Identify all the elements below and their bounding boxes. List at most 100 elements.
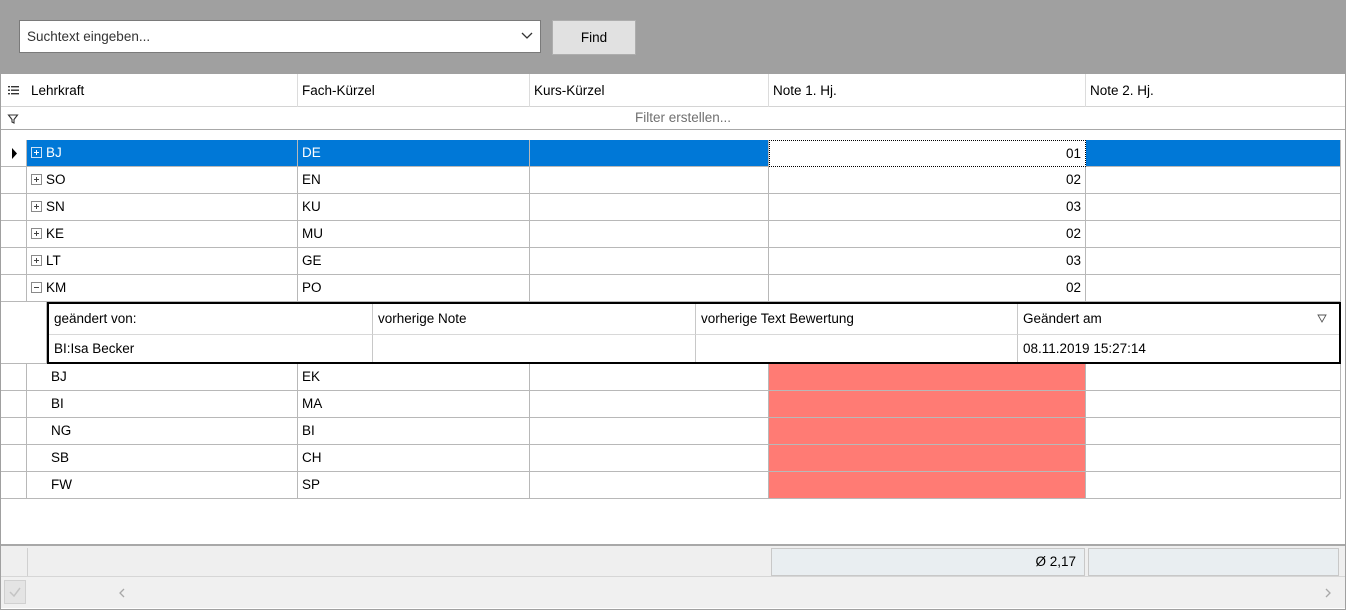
search-combobox[interactable]	[19, 20, 541, 53]
cell-lehrkraft[interactable]: FW	[27, 472, 298, 499]
cell-note-2[interactable]	[1086, 391, 1341, 418]
detail-header-geaendert-von[interactable]: geändert von:	[49, 304, 373, 334]
cell-kurs[interactable]	[530, 472, 769, 499]
cell-lehrkraft[interactable]: SB	[27, 445, 298, 472]
table-row[interactable]: BJ EK	[1, 364, 1341, 391]
expand-icon[interactable]	[31, 200, 42, 212]
cell-note-1[interactable]	[769, 364, 1086, 391]
row-indicator[interactable]	[1, 167, 27, 194]
search-input[interactable]	[20, 21, 510, 52]
cell-fach[interactable]: SP	[298, 472, 530, 499]
cell-kurs[interactable]	[530, 391, 769, 418]
table-row[interactable]: BI MA	[1, 391, 1341, 418]
cell-note-1[interactable]	[769, 418, 1086, 445]
cell-kurs[interactable]	[530, 445, 769, 472]
cell-kurs[interactable]	[530, 221, 769, 248]
cell-fach[interactable]: MA	[298, 391, 530, 418]
cell-fach[interactable]: BI	[298, 418, 530, 445]
cell-fach[interactable]: MU	[298, 221, 530, 248]
cell-fach[interactable]: PO	[298, 275, 530, 302]
cell-kurs[interactable]	[530, 167, 769, 194]
cell-lehrkraft[interactable]: LT	[27, 248, 298, 275]
cell-kurs[interactable]	[530, 194, 769, 221]
cell-note-1[interactable]: 02	[769, 275, 1086, 302]
cell-kurs[interactable]	[530, 418, 769, 445]
detail-cell-geaendert-am[interactable]: 08.11.2019 15:27:14	[1018, 334, 1339, 362]
cell-note-2[interactable]	[1086, 418, 1341, 445]
detail-header-geaendert-am[interactable]: Geändert am	[1018, 304, 1339, 334]
table-row[interactable]: SN KU 03	[1, 194, 1341, 221]
cell-note-1[interactable]	[769, 472, 1086, 499]
table-row[interactable]: KE MU 02	[1, 221, 1341, 248]
row-indicator[interactable]	[1, 472, 27, 499]
cell-note-1[interactable]: 03	[769, 194, 1086, 221]
cell-lehrkraft[interactable]: BJ	[27, 140, 298, 167]
scroll-left-icon[interactable]	[117, 587, 127, 599]
row-indicator[interactable]	[1, 364, 27, 391]
cell-note-1[interactable]: 02	[769, 167, 1086, 194]
cell-note-1[interactable]: 03	[769, 248, 1086, 275]
cell-note-2[interactable]	[1086, 472, 1341, 499]
cell-lehrkraft[interactable]: SN	[27, 194, 298, 221]
cell-lehrkraft[interactable]: KE	[27, 221, 298, 248]
column-header-note-2[interactable]: Note 2. Hj.	[1086, 74, 1345, 107]
expand-icon[interactable]	[31, 173, 42, 185]
table-row[interactable]: FW SP	[1, 472, 1341, 499]
select-all-checkbox[interactable]	[4, 580, 26, 604]
find-button[interactable]: Find	[552, 20, 636, 55]
sort-descending-icon[interactable]	[1317, 314, 1327, 323]
horizontal-scrollbar[interactable]	[1, 576, 1345, 608]
cell-kurs[interactable]	[530, 248, 769, 275]
filter-row[interactable]: Filter erstellen...	[1, 107, 1345, 130]
column-header-kurs-kuerzel[interactable]: Kurs-Kürzel	[530, 74, 769, 107]
detail-cell-vorherige-note[interactable]	[373, 334, 696, 362]
chevron-down-icon[interactable]	[520, 28, 534, 42]
column-header-fach-kuerzel[interactable]: Fach-Kürzel	[298, 74, 530, 107]
cell-note-2[interactable]	[1086, 221, 1341, 248]
expand-icon[interactable]	[31, 227, 42, 239]
collapse-icon[interactable]	[31, 281, 42, 293]
expand-icon[interactable]	[31, 254, 42, 266]
table-row[interactable]: KM PO 02	[1, 275, 1341, 302]
column-chooser-icon[interactable]	[1, 74, 27, 107]
row-indicator[interactable]	[1, 194, 27, 221]
column-header-note-1[interactable]: Note 1. Hj.	[769, 74, 1086, 107]
cell-note-1[interactable]	[769, 391, 1086, 418]
cell-note-2[interactable]	[1086, 140, 1341, 167]
cell-kurs[interactable]	[530, 364, 769, 391]
cell-note-2[interactable]	[1086, 364, 1341, 391]
row-indicator[interactable]	[1, 140, 27, 167]
cell-fach[interactable]: KU	[298, 194, 530, 221]
row-indicator[interactable]	[1, 221, 27, 248]
row-indicator[interactable]	[1, 418, 27, 445]
cell-fach[interactable]: GE	[298, 248, 530, 275]
column-header-lehrkraft[interactable]: Lehrkraft	[27, 74, 298, 107]
cell-fach[interactable]: CH	[298, 445, 530, 472]
row-indicator[interactable]	[1, 391, 27, 418]
table-row[interactable]: BJ DE 01	[1, 140, 1341, 167]
filter-placeholder[interactable]: Filter erstellen...	[1, 107, 1346, 129]
scroll-right-icon[interactable]	[1323, 587, 1333, 599]
cell-fach[interactable]: DE	[298, 140, 530, 167]
cell-note-2[interactable]	[1086, 445, 1341, 472]
cell-lehrkraft[interactable]: KM	[27, 275, 298, 302]
row-indicator[interactable]	[1, 275, 27, 302]
cell-note-2[interactable]	[1086, 167, 1341, 194]
cell-fach[interactable]: EN	[298, 167, 530, 194]
detail-header-vorherige-text[interactable]: vorherige Text Bewertung	[696, 304, 1018, 334]
cell-note-2[interactable]	[1086, 248, 1341, 275]
table-row[interactable]: SB CH	[1, 445, 1341, 472]
detail-cell-geaendert-von[interactable]: BI:Isa Becker	[49, 334, 373, 362]
cell-lehrkraft[interactable]: NG	[27, 418, 298, 445]
cell-note-1[interactable]: 01	[769, 140, 1086, 167]
expand-icon[interactable]	[31, 146, 42, 158]
cell-lehrkraft[interactable]: BI	[27, 391, 298, 418]
table-row[interactable]: LT GE 03	[1, 248, 1341, 275]
cell-fach[interactable]: EK	[298, 364, 530, 391]
cell-note-2[interactable]	[1086, 275, 1341, 302]
cell-kurs[interactable]	[530, 275, 769, 302]
detail-cell-vorherige-text[interactable]	[696, 334, 1018, 362]
row-indicator[interactable]	[1, 248, 27, 275]
table-row[interactable]: NG BI	[1, 418, 1341, 445]
row-indicator[interactable]	[1, 445, 27, 472]
